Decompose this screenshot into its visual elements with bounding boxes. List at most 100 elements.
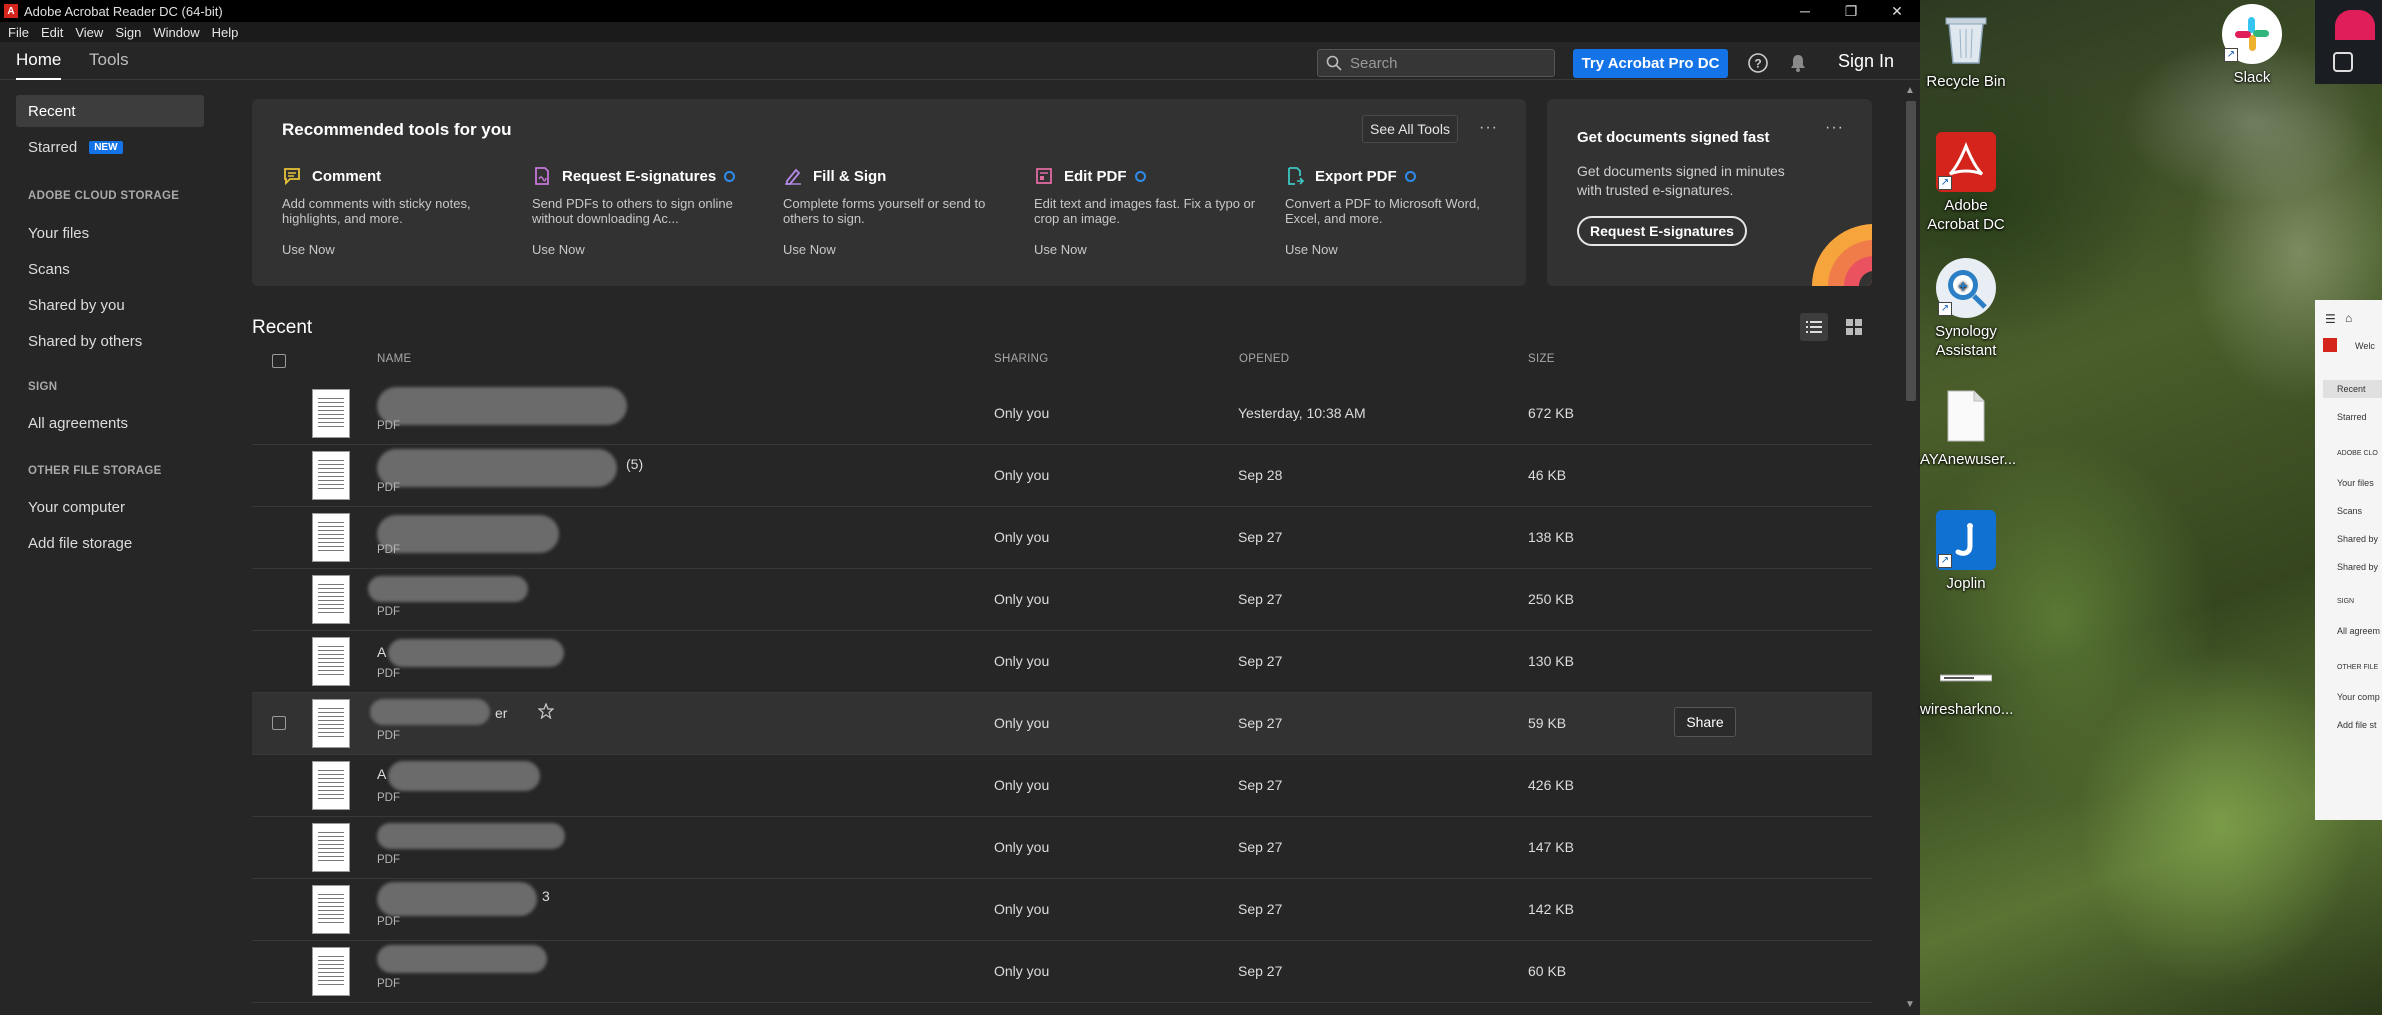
sidebar-item-shared-by-others[interactable]: Shared by others	[16, 325, 204, 357]
slack-icon: ↗	[2222, 4, 2282, 64]
window-controls: ─ ❐ ✕	[1782, 0, 1920, 22]
menu-edit[interactable]: Edit	[41, 25, 63, 40]
file-opened: Sep 27	[1238, 653, 1283, 669]
help-icon[interactable]: ?	[1747, 52, 1769, 74]
tool-comment[interactable]: Comment Add comments with sticky notes, …	[282, 165, 512, 258]
tool-export-pdf[interactable]: Export PDF Convert a PDF to Microsoft Wo…	[1285, 165, 1515, 257]
tab-tools[interactable]: Tools	[89, 50, 129, 70]
search-input[interactable]	[1350, 54, 1540, 72]
shortcut-arrow-icon: ↗	[1938, 176, 1952, 190]
sidebar-item-all-agreements[interactable]: All agreements	[16, 407, 204, 439]
menu-icon[interactable]: ☰	[2325, 312, 2336, 326]
tab-home[interactable]: Home	[16, 50, 62, 80]
tool-fill-sign[interactable]: Fill & Sign Complete forms yourself or s…	[783, 165, 1013, 258]
menu-sign[interactable]: Sign	[115, 25, 141, 40]
star-icon[interactable]	[537, 702, 555, 722]
scroll-down-icon[interactable]: ▼	[1905, 999, 1915, 1010]
file-row[interactable]: PDF Only you Sep 27 60 KB	[252, 941, 1872, 1003]
select-all-checkbox[interactable]	[272, 354, 286, 368]
file-thumbnail	[312, 575, 350, 624]
request-esignatures-button[interactable]: Request E-signatures	[1577, 216, 1747, 246]
file-row[interactable]: PDF Only you Sep 27 138 KB	[252, 507, 1872, 569]
desktop-icon-document[interactable]: AYAnewuser...	[1920, 386, 2016, 469]
mini-item[interactable]: Starred	[2337, 412, 2367, 422]
desktop-icon-wireshark[interactable]: wiresharkno...	[1920, 660, 2013, 719]
menu-window[interactable]: Window	[153, 25, 199, 40]
row-checkbox[interactable]	[272, 716, 286, 730]
column-header-size[interactable]: SIZE	[1528, 353, 1555, 365]
file-row[interactable]: (5) PDF Only you Sep 28 46 KB	[252, 445, 1872, 507]
see-all-tools-button[interactable]: See All Tools	[1362, 115, 1458, 143]
use-now-link[interactable]: Use Now	[1034, 242, 1264, 257]
desktop-icon-synology[interactable]: + ↗ Synology Assistant	[1920, 258, 2012, 360]
file-sharing: Only you	[994, 839, 1050, 855]
use-now-link[interactable]: Use Now	[532, 242, 762, 257]
file-row[interactable]: er PDF Only you Sep 27 59 KB Share	[252, 693, 1872, 755]
mini-item[interactable]: All agreem	[2337, 626, 2380, 636]
mini-item[interactable]: Recent	[2337, 384, 2366, 394]
tool-edit-pdf[interactable]: Edit PDF Edit text and images fast. Fix …	[1034, 165, 1264, 258]
sidebar-item-shared-by-you[interactable]: Shared by you	[16, 289, 204, 321]
close-button[interactable]: ✕	[1874, 0, 1920, 22]
desktop-icon-joplin[interactable]: ↗ Joplin	[1920, 510, 2012, 593]
share-button[interactable]: Share	[1674, 707, 1736, 737]
tool-request-esignatures[interactable]: Request E-signatures Send PDFs to others…	[532, 165, 762, 257]
sidebar-item-your-computer[interactable]: Your computer	[16, 491, 204, 523]
file-type: PDF	[377, 916, 400, 928]
menu-help[interactable]: Help	[212, 25, 239, 40]
file-size: 60 KB	[1528, 963, 1567, 979]
search-box[interactable]	[1317, 49, 1555, 77]
scroll-thumb[interactable]	[1906, 101, 1916, 401]
sig-card-description: Get documents signed in minutes with tru…	[1577, 163, 1785, 198]
more-options-icon[interactable]: ···	[1825, 119, 1844, 137]
partial-acrobat-window[interactable]: ☰ ⌂ Welc Recent Starred ADOBE CLO Your f…	[2315, 300, 2382, 820]
column-header-opened[interactable]: OPENED	[1239, 353, 1289, 365]
sidebar-item-recent[interactable]: Recent	[16, 95, 204, 127]
redacted-filename	[377, 945, 547, 973]
column-header-sharing[interactable]: SHARING	[994, 353, 1049, 365]
desktop-icon-slack[interactable]: ↗ Slack	[2206, 4, 2298, 87]
sidebar-item-add-file-storage[interactable]: Add file storage	[16, 527, 204, 559]
home-icon[interactable]: ⌂	[2345, 311, 2352, 325]
file-sharing: Only you	[994, 901, 1050, 917]
recommended-title: Recommended tools for you	[282, 120, 512, 139]
mini-heading: OTHER FILE	[2337, 664, 2379, 671]
sidebar-item-starred[interactable]: Starred NEW	[16, 131, 204, 163]
use-now-link[interactable]: Use Now	[1285, 242, 1515, 257]
grid-view-icon[interactable]	[1840, 313, 1868, 341]
sidebar-item-scans[interactable]: Scans	[16, 253, 204, 285]
scroll-up-icon[interactable]: ▲	[1905, 85, 1915, 96]
file-row[interactable]: PDF Only you Sep 27 250 KB	[252, 569, 1872, 631]
more-options-icon[interactable]: ···	[1479, 119, 1498, 137]
desktop-icon-recycle-bin[interactable]: Recycle Bin	[1920, 8, 2012, 91]
menu-view[interactable]: View	[75, 25, 103, 40]
file-row[interactable]: A PDF Only you Sep 27 426 KB	[252, 755, 1872, 817]
file-row[interactable]: PDF Only you Yesterday, 10:38 AM 672 KB	[252, 383, 1872, 445]
file-row[interactable]: A PDF Only you Sep 27 130 KB	[252, 631, 1872, 693]
menu-file[interactable]: File	[8, 25, 29, 40]
restore-button[interactable]: ❐	[1828, 0, 1874, 22]
desktop-icon-label: Synology Assistant	[1935, 323, 1997, 359]
use-now-link[interactable]: Use Now	[282, 242, 512, 257]
export-pdf-icon	[1285, 166, 1305, 186]
compose-icon[interactable]	[2333, 52, 2353, 72]
mini-item[interactable]: Your comp	[2337, 692, 2380, 702]
use-now-link[interactable]: Use Now	[783, 242, 1013, 257]
try-acrobat-pro-button[interactable]: Try Acrobat Pro DC	[1573, 49, 1728, 78]
file-row[interactable]: 3 PDF Only you Sep 27 142 KB	[252, 879, 1872, 941]
column-header-name[interactable]: NAME	[377, 353, 411, 365]
mini-item[interactable]: Your files	[2337, 478, 2374, 488]
mini-item[interactable]: Add file st	[2337, 720, 2377, 730]
desktop-icon-acrobat[interactable]: ↗ Adobe Acrobat DC	[1920, 132, 2012, 234]
vertical-scrollbar[interactable]: ▲ ▼	[1902, 81, 1920, 1015]
mini-item[interactable]: Scans	[2337, 506, 2362, 516]
minimize-button[interactable]: ─	[1782, 0, 1828, 22]
sign-in-button[interactable]: Sign In	[1838, 51, 1894, 72]
notifications-bell-icon[interactable]	[1787, 52, 1809, 74]
partial-window-top[interactable]	[2315, 0, 2382, 84]
mini-item[interactable]: Shared by	[2337, 562, 2378, 572]
list-view-icon[interactable]	[1800, 313, 1828, 341]
sidebar-item-your-files[interactable]: Your files	[16, 217, 204, 249]
mini-item[interactable]: Shared by	[2337, 534, 2378, 544]
file-row[interactable]: PDF Only you Sep 27 147 KB	[252, 817, 1872, 879]
